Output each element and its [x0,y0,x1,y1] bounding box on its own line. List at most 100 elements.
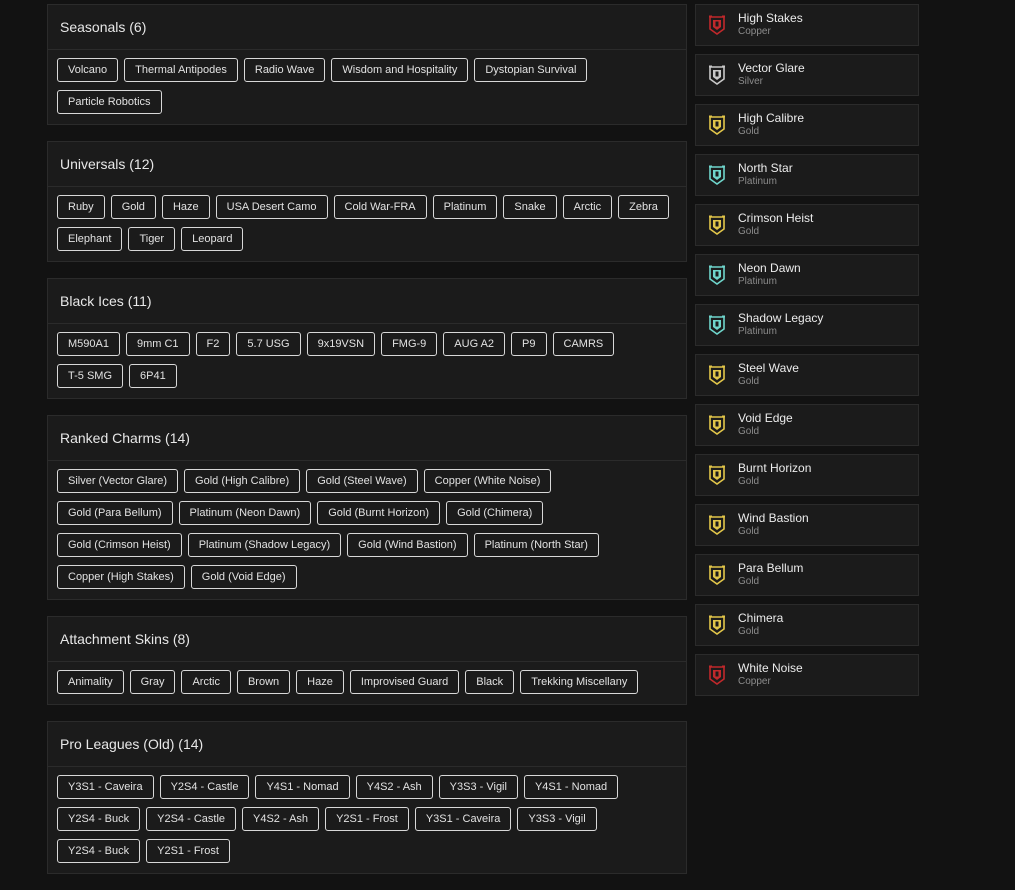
collection-item-chip[interactable]: Cold War-FRA [333,195,427,219]
collection-item-chip[interactable]: M590A1 [57,332,120,356]
collection-item-chip[interactable]: Snake [503,195,557,219]
collection-item-chip[interactable]: Haze [296,670,344,694]
collection-item-chip[interactable]: Y4S2 - Ash [355,775,433,799]
collection-item-chip[interactable]: F2 [195,332,231,356]
collection-item-chip[interactable]: Gold (Chimera) [446,501,544,525]
rank-text: Chimera Gold [738,612,783,638]
collection-item-chip[interactable]: Dystopian Survival [474,58,588,82]
rank-badge-icon [709,115,725,135]
collection-item-chip[interactable]: Y2S1 - Frost [325,807,409,831]
collection-item-chip[interactable]: Copper (White Noise) [423,469,552,493]
rank-text: Steel Wave Gold [738,362,799,388]
collection-item-chip[interactable]: 6P41 [129,364,177,388]
rank-badge-icon [709,415,725,435]
collection-item-chip[interactable]: Gold (Steel Wave) [306,469,418,493]
collection-item-chip[interactable]: Arctic [562,195,613,219]
rank-tier: Platinum [738,276,777,287]
collection-item-chip[interactable]: T-5 SMG [57,364,124,388]
collection-item-chip[interactable]: Trekking Miscellany [520,670,639,694]
rank-text: Wind Bastion Gold [738,512,809,538]
rank-tier: Silver [738,76,764,87]
collection-item-chip[interactable]: Y3S3 - Vigil [438,775,518,799]
collection-item-chip[interactable]: Ruby [57,195,105,219]
collection-item-chip[interactable]: Y2S4 - Castle [146,807,237,831]
collection-items: M590A1 9mm C1 F2 5.7 USG 9x19VSN FMG-9 AUG A2 P… [48,324,686,398]
collection-item-chip[interactable]: Radio Wave [243,58,326,82]
collection-panel: Universals (12) Ruby Gold Haze USA Desert Ca… [47,141,687,262]
collection-item-chip[interactable]: Elephant [57,227,123,251]
collection-item-chip[interactable]: Wisdom and Hospitality [331,58,469,82]
collection-item-chip[interactable]: Arctic [181,670,231,694]
rank-card[interactable]: Chimera Gold [695,604,919,646]
collection-item-chip[interactable]: P9 [511,332,547,356]
collection-item-chip[interactable]: Platinum (Neon Dawn) [178,501,312,525]
collection-title: Black Ices (11) [48,279,686,324]
rank-tier: Gold [738,576,760,587]
collection-item-chip[interactable]: Particle Robotics [57,90,162,114]
collection-item-chip[interactable]: 9mm C1 [125,332,190,356]
rank-card[interactable]: Para Bellum Gold [695,554,919,596]
rank-card[interactable]: High Stakes Copper [695,4,919,46]
rank-card[interactable]: Neon Dawn Platinum [695,254,919,296]
rank-card[interactable]: High Calibre Gold [695,104,919,146]
collection-item-chip[interactable]: Brown [236,670,291,694]
collection-item-chip[interactable]: Gold (Void Edge) [190,565,297,589]
rank-card[interactable]: Wind Bastion Gold [695,504,919,546]
collection-item-chip[interactable]: Zebra [618,195,669,219]
rank-card[interactable]: Crimson Heist Gold [695,204,919,246]
rank-name: Burnt Horizon [738,461,812,475]
collection-item-chip[interactable]: Gold (Para Bellum) [57,501,173,525]
collection-item-chip[interactable]: Y3S3 - Vigil [517,807,597,831]
collection-item-chip[interactable]: Gold (Burnt Horizon) [317,501,441,525]
collection-item-chip[interactable]: Y4S1 - Nomad [523,775,619,799]
collection-item-chip[interactable]: 9x19VSN [306,332,376,356]
collection-item-chip[interactable]: Y4S1 - Nomad [255,775,350,799]
collection-item-chip[interactable]: Tiger [128,227,176,251]
collection-items: Animality Gray Arctic Brown Haze Improvised G… [48,662,686,704]
rank-card[interactable]: Shadow Legacy Platinum [695,304,919,346]
rank-card[interactable]: Steel Wave Gold [695,354,919,396]
collection-item-chip[interactable]: Y3S1 - Caveira [414,807,512,831]
collection-item-chip[interactable]: Thermal Antipodes [124,58,238,82]
collection-item-chip[interactable]: Y4S2 - Ash [242,807,320,831]
collection-item-chip[interactable]: Black [465,670,515,694]
rank-badge-icon [709,15,725,35]
collection-item-chip[interactable]: CAMRS [552,332,615,356]
collection-item-chip[interactable]: Gold (Wind Bastion) [347,533,468,557]
collection-item-chip[interactable]: Haze [161,195,210,219]
collection-item-chip[interactable]: AUG A2 [443,332,506,356]
collection-item-chip[interactable]: Platinum (Shadow Legacy) [187,533,342,557]
rank-card[interactable]: Vector Glare Silver [695,54,919,96]
collection-item-chip[interactable]: Leopard [181,227,244,251]
rank-badge-icon [709,215,725,235]
collection-item-chip[interactable]: Copper (High Stakes) [57,565,185,589]
collection-item-chip[interactable]: Animality [57,670,124,694]
collection-items: Y3S1 - Caveira Y2S4 - Castle Y4S1 - Nomad Y… [48,767,686,873]
collection-item-chip[interactable]: Y2S4 - Castle [159,775,250,799]
rank-tier: Platinum [738,176,777,187]
collection-item-chip[interactable]: Improvised Guard [349,670,460,694]
collection-item-chip[interactable]: Y3S1 - Caveira [57,775,154,799]
collection-item-chip[interactable]: USA Desert Camo [215,195,328,219]
collection-item-chip[interactable]: Platinum [432,195,498,219]
collection-item-chip[interactable]: Y2S4 - Buck [57,807,141,831]
collection-item-chip[interactable]: FMG-9 [381,332,438,356]
collection-item-chip[interactable]: Gold (Crimson Heist) [57,533,182,557]
collection-item-chip[interactable]: 5.7 USG [236,332,301,356]
rank-text: High Stakes Copper [738,12,803,38]
rank-text: High Calibre Gold [738,112,804,138]
rank-card[interactable]: White Noise Copper [695,654,919,696]
collection-item-chip[interactable]: Silver (Vector Glare) [57,469,179,493]
collection-item-chip[interactable]: Gold [110,195,156,219]
rank-text: Crimson Heist Gold [738,212,813,238]
rank-card[interactable]: Void Edge Gold [695,404,919,446]
collection-item-chip[interactable]: Gold (High Calibre) [184,469,301,493]
collection-title: Seasonals (6) [48,5,686,50]
rank-card[interactable]: Burnt Horizon Gold [695,454,919,496]
collection-item-chip[interactable]: Volcano [57,58,119,82]
collection-title: Ranked Charms (14) [48,416,686,461]
collection-item-chip[interactable]: Platinum (North Star) [473,533,599,557]
rank-tier: Gold [738,476,760,487]
rank-card[interactable]: North Star Platinum [695,154,919,196]
collection-item-chip[interactable]: Gray [129,670,176,694]
